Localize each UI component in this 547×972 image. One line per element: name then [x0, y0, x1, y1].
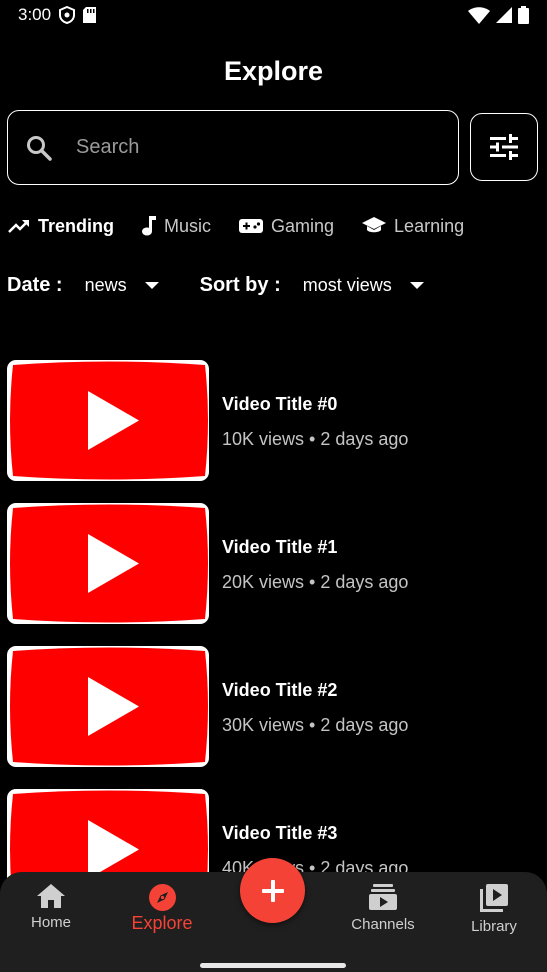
sd-card-icon: [83, 7, 97, 23]
sort-label: Sort by :: [199, 273, 281, 296]
video-title[interactable]: Video Title #2: [222, 680, 408, 701]
nav-home-label: Home: [30, 914, 71, 931]
tune-icon: [490, 134, 518, 160]
compass-icon: [148, 884, 176, 911]
video-thumbnail[interactable]: [7, 646, 209, 767]
status-time: 3:00: [18, 5, 52, 24]
date-label: Date :: [7, 273, 63, 296]
youtube-play-icon: [7, 646, 209, 767]
tab-gaming[interactable]: Gaming: [239, 216, 334, 237]
youtube-play-icon: [7, 360, 209, 481]
tab-gaming-label: Gaming: [271, 215, 335, 236]
video-title[interactable]: Video Title #0: [222, 394, 408, 415]
tab-learning-label: Learning: [394, 215, 465, 236]
trending-up-icon: [8, 220, 29, 233]
cell-signal-icon: [496, 7, 512, 23]
search-box[interactable]: [7, 110, 459, 185]
library-icon: [480, 884, 508, 912]
search-input[interactable]: [76, 136, 406, 159]
page-title: Explore: [223, 56, 324, 86]
video-title[interactable]: Video Title #3: [222, 823, 408, 844]
sort-dropdown[interactable]: most views: [303, 275, 424, 296]
video-meta: 30K views • 2 days ago: [222, 715, 409, 735]
video-thumbnail[interactable]: [7, 360, 209, 481]
sort-dropdown-value: most views: [302, 274, 392, 295]
plus-icon: [261, 879, 284, 902]
battery-icon: [518, 6, 529, 24]
filter-button[interactable]: [470, 113, 538, 181]
video-title[interactable]: Video Title #1: [222, 537, 408, 558]
chevron-down-icon: [409, 281, 424, 289]
school-icon: [362, 217, 387, 233]
nav-channels-label: Channels: [351, 916, 415, 933]
tab-learning[interactable]: Learning: [362, 216, 464, 237]
video-item[interactable]: Video Title #1 20K views • 2 days ago: [7, 503, 547, 646]
filters-row: Date : news Sort by : most views: [7, 268, 424, 302]
channels-icon: [369, 884, 397, 910]
shield-icon: [59, 6, 76, 24]
tab-music-label: Music: [164, 215, 212, 236]
wifi-icon: [468, 6, 490, 24]
tab-trending-label: Trending: [38, 215, 114, 236]
search-icon: [27, 135, 52, 161]
video-item[interactable]: Video Title #2 30K views • 2 days ago: [7, 646, 547, 789]
home-icon: [37, 884, 65, 908]
nav-item-library[interactable]: Library: [444, 884, 544, 935]
status-bar: 3:00: [0, 0, 547, 30]
nav-explore-label: Explore: [131, 913, 193, 933]
nav-item-channels[interactable]: Channels: [333, 884, 433, 933]
nav-item-explore[interactable]: Explore: [112, 884, 212, 934]
date-dropdown-value: news: [84, 274, 127, 295]
video-meta: 10K views • 2 days ago: [222, 429, 409, 449]
add-button[interactable]: [240, 858, 305, 923]
video-thumbnail[interactable]: [7, 503, 209, 624]
youtube-play-icon: [7, 503, 209, 624]
tab-music[interactable]: Music: [142, 216, 211, 237]
video-list: Video Title #0 10K views • 2 days ago Vi…: [7, 360, 547, 932]
chevron-down-icon: [144, 281, 159, 289]
tab-trending[interactable]: Trending: [8, 216, 114, 237]
category-tabs: Trending Music Gaming Learning: [8, 210, 492, 242]
video-item[interactable]: Video Title #0 10K views • 2 days ago: [7, 360, 547, 503]
nav-library-label: Library: [471, 918, 517, 935]
home-indicator[interactable]: [200, 963, 346, 968]
video-meta: 20K views • 2 days ago: [222, 572, 409, 592]
date-dropdown[interactable]: news: [85, 275, 159, 296]
gamepad-icon: [239, 219, 264, 233]
nav-item-home[interactable]: Home: [1, 884, 101, 931]
music-note-icon: [142, 216, 156, 236]
